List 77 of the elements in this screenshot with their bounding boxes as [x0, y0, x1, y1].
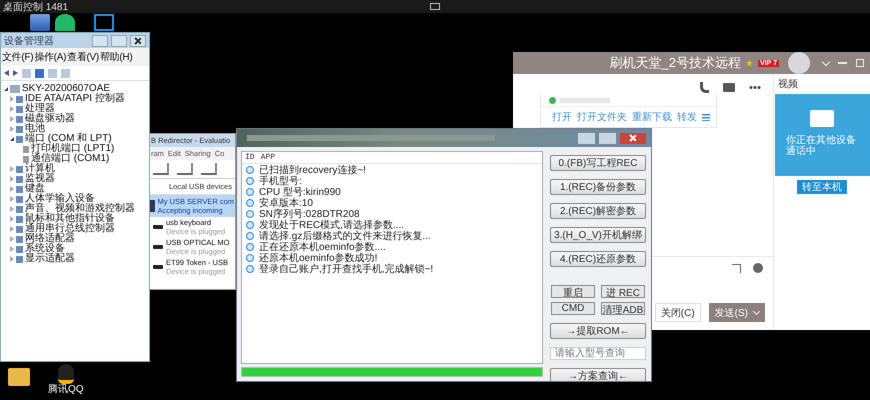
plug-icon[interactable]: [177, 163, 193, 175]
command-button[interactable]: 进 REC: [601, 285, 645, 298]
remote-title: 桌面控制 1481: [3, 0, 68, 14]
monitor-icon[interactable]: [430, 3, 440, 10]
file-status-icon: [549, 97, 556, 104]
log-entry: 已扫描到recovery连接~!: [259, 164, 366, 176]
shortcut-label[interactable]: 腾讯QQ: [48, 384, 84, 395]
action-button[interactable]: 4.(REC)还原参数: [550, 251, 646, 267]
command-button[interactable]: CMD: [551, 302, 595, 315]
more-icon[interactable]: [749, 86, 761, 88]
tree-item[interactable]: 显示适配器: [25, 254, 75, 264]
transfer-button[interactable]: 转至本机: [797, 180, 847, 194]
action-button[interactable]: 2.(REC)解密参数: [550, 203, 646, 219]
command-button[interactable]: 清理ADB: [601, 302, 645, 315]
tree-item[interactable]: 打印机端口 (LPT1): [31, 144, 114, 154]
tree-item[interactable]: 计算机: [25, 164, 55, 174]
call-status: 你正在其他设备通话中: [786, 135, 857, 157]
menu-icon[interactable]: [702, 114, 710, 120]
maximize-button[interactable]: [598, 132, 617, 144]
penguin-icon[interactable]: [58, 364, 74, 384]
tree-item[interactable]: 网络适配器: [25, 234, 75, 244]
window-title: 设备管理器: [4, 34, 55, 48]
avatar-placeholder[interactable]: [788, 52, 810, 74]
close-button[interactable]: [130, 34, 146, 46]
plug-icon[interactable]: [153, 163, 169, 175]
tree-item[interactable]: SKY-20200607OAE: [22, 84, 110, 94]
usb-plug-icon: [153, 225, 163, 229]
tree-item[interactable]: 系统设备: [25, 244, 65, 254]
tree-item[interactable]: 鼠标和其他指针设备: [25, 214, 115, 224]
action-button[interactable]: 1.(REC)备份参数: [550, 179, 646, 195]
log-entry: SN序列号:028DTR208: [259, 207, 360, 220]
tree-item[interactable]: 电池: [25, 124, 45, 134]
close-button[interactable]: [619, 132, 647, 144]
window-title: 刷机天堂_2号技术远程: [610, 54, 741, 72]
tree-item[interactable]: 声音、视频和游戏控制器: [25, 204, 135, 214]
close-button[interactable]: 关闭(C): [654, 303, 701, 322]
column-header[interactable]: ID: [245, 153, 255, 162]
log-entry: 正在还原本机oeminfo参数....: [259, 242, 386, 252]
plug-icon[interactable]: [201, 163, 217, 175]
tree-item[interactable]: 人体学输入设备: [25, 194, 95, 204]
log-entry: 发现处于REC模式,请选择参数....: [259, 218, 404, 230]
menu-item[interactable]: 文件(F): [2, 50, 34, 64]
model-search-field[interactable]: 请输入型号查询: [550, 347, 646, 360]
menu-item[interactable]: 帮助(H): [100, 50, 132, 64]
menu-item[interactable]: 操作(A): [34, 50, 66, 64]
action-button[interactable]: 3.(H_O_V)开机解绑: [550, 227, 646, 243]
usb-plug-icon: [153, 245, 163, 249]
menu-item[interactable]: 查看(V): [67, 50, 99, 64]
tree-item[interactable]: 监视器: [25, 174, 55, 184]
tree-item[interactable]: 通用串行总线控制器: [25, 224, 115, 234]
log-entry: 登录自己账户,打开查找手机,完成解锁~!: [259, 263, 434, 276]
minimize-button[interactable]: [577, 132, 596, 144]
column-header[interactable]: APP: [260, 153, 276, 162]
server-icon: [150, 200, 156, 212]
log-entry: 请选择.gz后缀格式的文件来进行恢复...: [259, 230, 431, 242]
log-entry: 还原本机oeminfo参数成功!: [259, 252, 378, 264]
tree-item[interactable]: 处理器: [25, 104, 55, 114]
file-link[interactable]: 重新下载: [632, 110, 672, 124]
file-link[interactable]: 转发: [677, 110, 697, 124]
panel-label: 视频: [777, 78, 799, 92]
tree-item[interactable]: IDE ATA/ATAPI 控制器: [25, 94, 125, 104]
command-button[interactable]: 重启: [551, 285, 595, 298]
app-circle-icon[interactable]: [55, 14, 75, 31]
log-entry: 手机型号:: [259, 176, 302, 186]
action-button[interactable]: 0.(FB)写工程REC: [550, 155, 646, 171]
tree-item[interactable]: 磁盘驱动器: [25, 114, 75, 124]
log-entry: CPU 型号:kirin990: [259, 186, 341, 198]
tree-item[interactable]: 键盘: [25, 184, 45, 194]
search-button[interactable]: →方案查询←: [550, 368, 646, 381]
usb-plug-icon: [153, 265, 163, 269]
back-arrow-icon[interactable]: [4, 70, 9, 76]
tree-item[interactable]: 通信端口 (COM1): [31, 154, 110, 164]
tree-item[interactable]: 端口 (COM 和 LPT): [25, 134, 112, 144]
log-entry: 安卓版本:10: [259, 196, 313, 208]
blurred-placeholder: [560, 98, 610, 103]
send-button[interactable]: 发送(S): [708, 303, 765, 322]
extract-button[interactable]: →提取ROM←: [550, 323, 646, 339]
